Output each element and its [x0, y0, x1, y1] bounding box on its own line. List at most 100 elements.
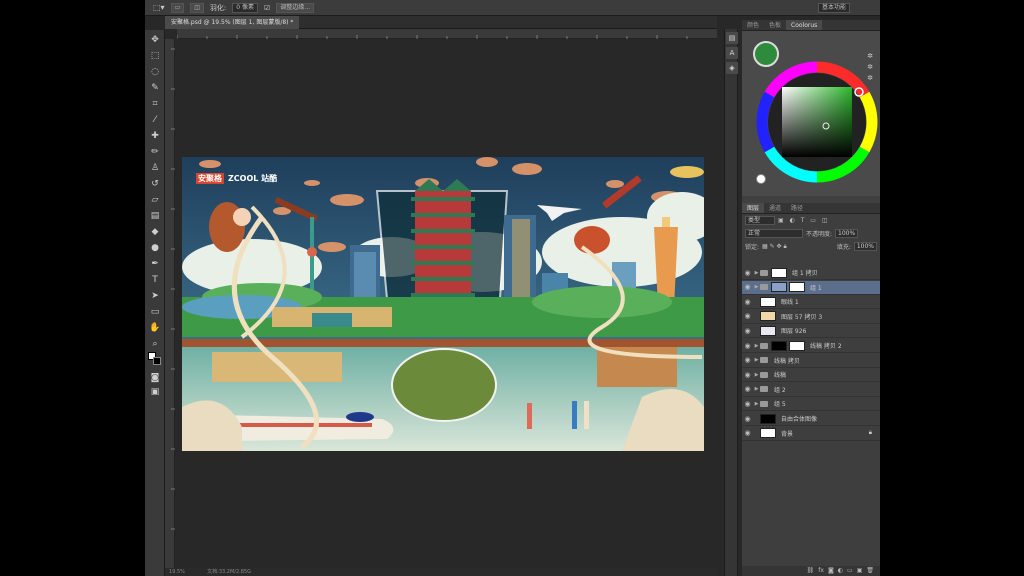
layer-thumbnail[interactable] [771, 282, 787, 293]
healing-tool-icon[interactable]: ✚ [149, 130, 161, 142]
blend-mode-select[interactable]: 正常 [745, 229, 803, 238]
expand-arrow-icon[interactable]: ▶ [753, 401, 760, 407]
brush-tool-icon[interactable]: ✏ [149, 146, 161, 158]
layer-thumbnail[interactable] [760, 325, 776, 336]
marquee-tool-icon[interactable]: ⬚ [149, 50, 161, 62]
layer-thumbnail[interactable] [760, 311, 776, 322]
dodge-tool-icon[interactable]: ● [149, 242, 161, 254]
tab-paths[interactable]: 路径 [786, 203, 808, 213]
3d-panel-icon[interactable]: ◈ [726, 62, 738, 74]
tab-coolorus[interactable]: Coolorus [786, 20, 823, 30]
pen-tool-icon[interactable]: ✒ [149, 258, 161, 270]
tab-layers[interactable]: 图层 [742, 203, 765, 213]
link-layers-icon[interactable]: ⛓ [807, 566, 815, 576]
visibility-eye-icon[interactable]: ◉ [742, 327, 753, 335]
new-selection-button[interactable]: ▭ [170, 2, 185, 13]
screen-mode-icon[interactable]: ▣ [149, 386, 161, 398]
lasso-tool-icon[interactable]: ◌ [149, 66, 161, 78]
new-group-icon[interactable]: ▭ [847, 566, 853, 576]
fx-icon[interactable]: fx [818, 566, 824, 576]
layer-row[interactable]: ◉ ▶ 线稿 拷贝 [742, 354, 880, 368]
visibility-eye-icon[interactable]: ◉ [742, 283, 753, 291]
hand-tool-icon[interactable]: ✋ [149, 322, 161, 334]
lock-icons[interactable]: ▦ ✎ ✥ 🔒︎ [762, 243, 787, 251]
path-select-tool-icon[interactable]: ➤ [149, 290, 161, 302]
expand-arrow-icon[interactable]: ▶ [753, 372, 760, 378]
visibility-eye-icon[interactable]: ◉ [742, 400, 753, 408]
new-layer-icon[interactable]: ▣ [857, 566, 863, 576]
eraser-tool-icon[interactable]: ▱ [149, 194, 161, 206]
layer-thumbnail[interactable] [771, 267, 787, 278]
layer-row[interactable]: ◉ ▶ 线稿 [742, 368, 880, 383]
visibility-eye-icon[interactable]: ◉ [742, 269, 753, 277]
layer-row[interactable]: ◉ 背景 🔒︎ [742, 427, 880, 441]
wheel-mode-icons[interactable]: ✲ ✲ ✲ [864, 51, 876, 84]
artwork-canvas[interactable]: 安聚格 ZCOOL 站酷 [182, 157, 704, 451]
layer-mask-thumbnail[interactable] [789, 282, 805, 293]
expand-arrow-icon[interactable]: ▶ [753, 270, 760, 276]
visibility-eye-icon[interactable]: ◉ [742, 371, 753, 379]
layer-thumbnail[interactable] [760, 428, 776, 439]
history-brush-icon[interactable]: ↺ [149, 178, 161, 190]
canvas-area[interactable]: 安聚格 ZCOOL 站酷 [175, 39, 717, 576]
refine-edge-button[interactable]: 调整边缘... [276, 2, 315, 13]
gradient-tool-icon[interactable]: ▤ [149, 210, 161, 222]
expand-arrow-icon[interactable]: ▶ [753, 284, 760, 290]
blur-tool-icon[interactable]: ◆ [149, 226, 161, 238]
marquee-tool-preset-icon[interactable]: ⬚▾ [153, 3, 165, 12]
visibility-eye-icon[interactable]: ◉ [742, 415, 753, 423]
visibility-eye-icon[interactable]: ◉ [742, 312, 753, 320]
type-tool-icon[interactable]: T [149, 274, 161, 286]
add-mask-icon[interactable]: ◙ [828, 566, 834, 576]
expand-arrow-icon[interactable]: ▶ [753, 343, 760, 349]
color-wheel[interactable] [754, 59, 880, 185]
character-panel-icon[interactable]: A [726, 47, 738, 59]
workspace-select[interactable]: 基本功能 [817, 3, 850, 13]
layer-filter-select[interactable]: 类型 [745, 216, 775, 225]
feather-input[interactable]: 0 像素 [232, 2, 259, 13]
layer-thumbnail[interactable] [760, 296, 776, 307]
tab-swatches[interactable]: 色板 [764, 20, 786, 30]
history-panel-icon[interactable]: ▤ [726, 32, 738, 44]
stamp-tool-icon[interactable]: ♙ [149, 162, 161, 174]
delete-layer-icon[interactable]: 🗑︎ [866, 566, 874, 576]
layer-row[interactable]: ◉ 图层 926 [742, 324, 880, 339]
visibility-eye-icon[interactable]: ◉ [742, 429, 753, 437]
add-selection-button[interactable]: ◫ [190, 2, 204, 13]
layer-row[interactable]: ◉ ▶ 组 2 [742, 383, 880, 397]
tab-channels[interactable]: 通道 [764, 203, 786, 213]
visibility-eye-icon[interactable]: ◉ [742, 356, 753, 364]
layer-thumbnail[interactable] [771, 340, 787, 351]
quick-mask-icon[interactable]: ◙ [149, 372, 161, 384]
expand-arrow-icon[interactable]: ▶ [753, 357, 760, 363]
move-tool-icon[interactable]: ✥ [149, 34, 161, 46]
visibility-eye-icon[interactable]: ◉ [742, 298, 753, 306]
layer-row[interactable]: ◉ ▶ 组 5 [742, 397, 880, 412]
antialias-checkbox[interactable]: ☑ [264, 4, 270, 12]
background-color-swatch[interactable] [153, 357, 161, 365]
zoom-tool-icon[interactable]: ⌕ [149, 338, 161, 350]
fill-input[interactable]: 100% [853, 242, 877, 251]
tab-color[interactable]: 颜色 [742, 20, 764, 30]
layer-row[interactable]: ◉ ▶ 组 1 [742, 280, 880, 295]
zoom-level[interactable]: 19.5% [169, 569, 185, 575]
crop-tool-icon[interactable]: ⌗ [149, 98, 161, 110]
layer-row[interactable]: ◉ 自由合体图像 [742, 412, 880, 426]
filter-icons[interactable]: ▣ ◐ T ▭ ◫ [778, 217, 830, 224]
document-size[interactable]: 文档:33.2M/2.85G [207, 569, 251, 575]
layer-row[interactable]: ◉ 眼线 1 [742, 295, 880, 310]
horizontal-ruler[interactable] [176, 29, 717, 39]
shape-tool-icon[interactable]: ▭ [149, 306, 161, 318]
visibility-eye-icon[interactable]: ◉ [742, 385, 753, 393]
layer-row[interactable]: ◉ ▶ 组 1 拷贝 [742, 266, 880, 280]
layer-row[interactable]: ◉ 图层 57 拷贝 3 [742, 310, 880, 324]
layer-row[interactable]: ◉ ▶ 线稿 拷贝 2 [742, 339, 880, 353]
opacity-input[interactable]: 100% [835, 229, 859, 238]
quick-select-tool-icon[interactable]: ✎ [149, 82, 161, 94]
visibility-eye-icon[interactable]: ◉ [742, 342, 753, 350]
expand-arrow-icon[interactable]: ▶ [753, 386, 760, 392]
adjustment-icon[interactable]: ◐ [838, 566, 843, 576]
vertical-ruler[interactable] [165, 39, 175, 576]
layer-thumbnail[interactable] [760, 413, 776, 424]
layer-mask-thumbnail[interactable] [789, 340, 805, 351]
